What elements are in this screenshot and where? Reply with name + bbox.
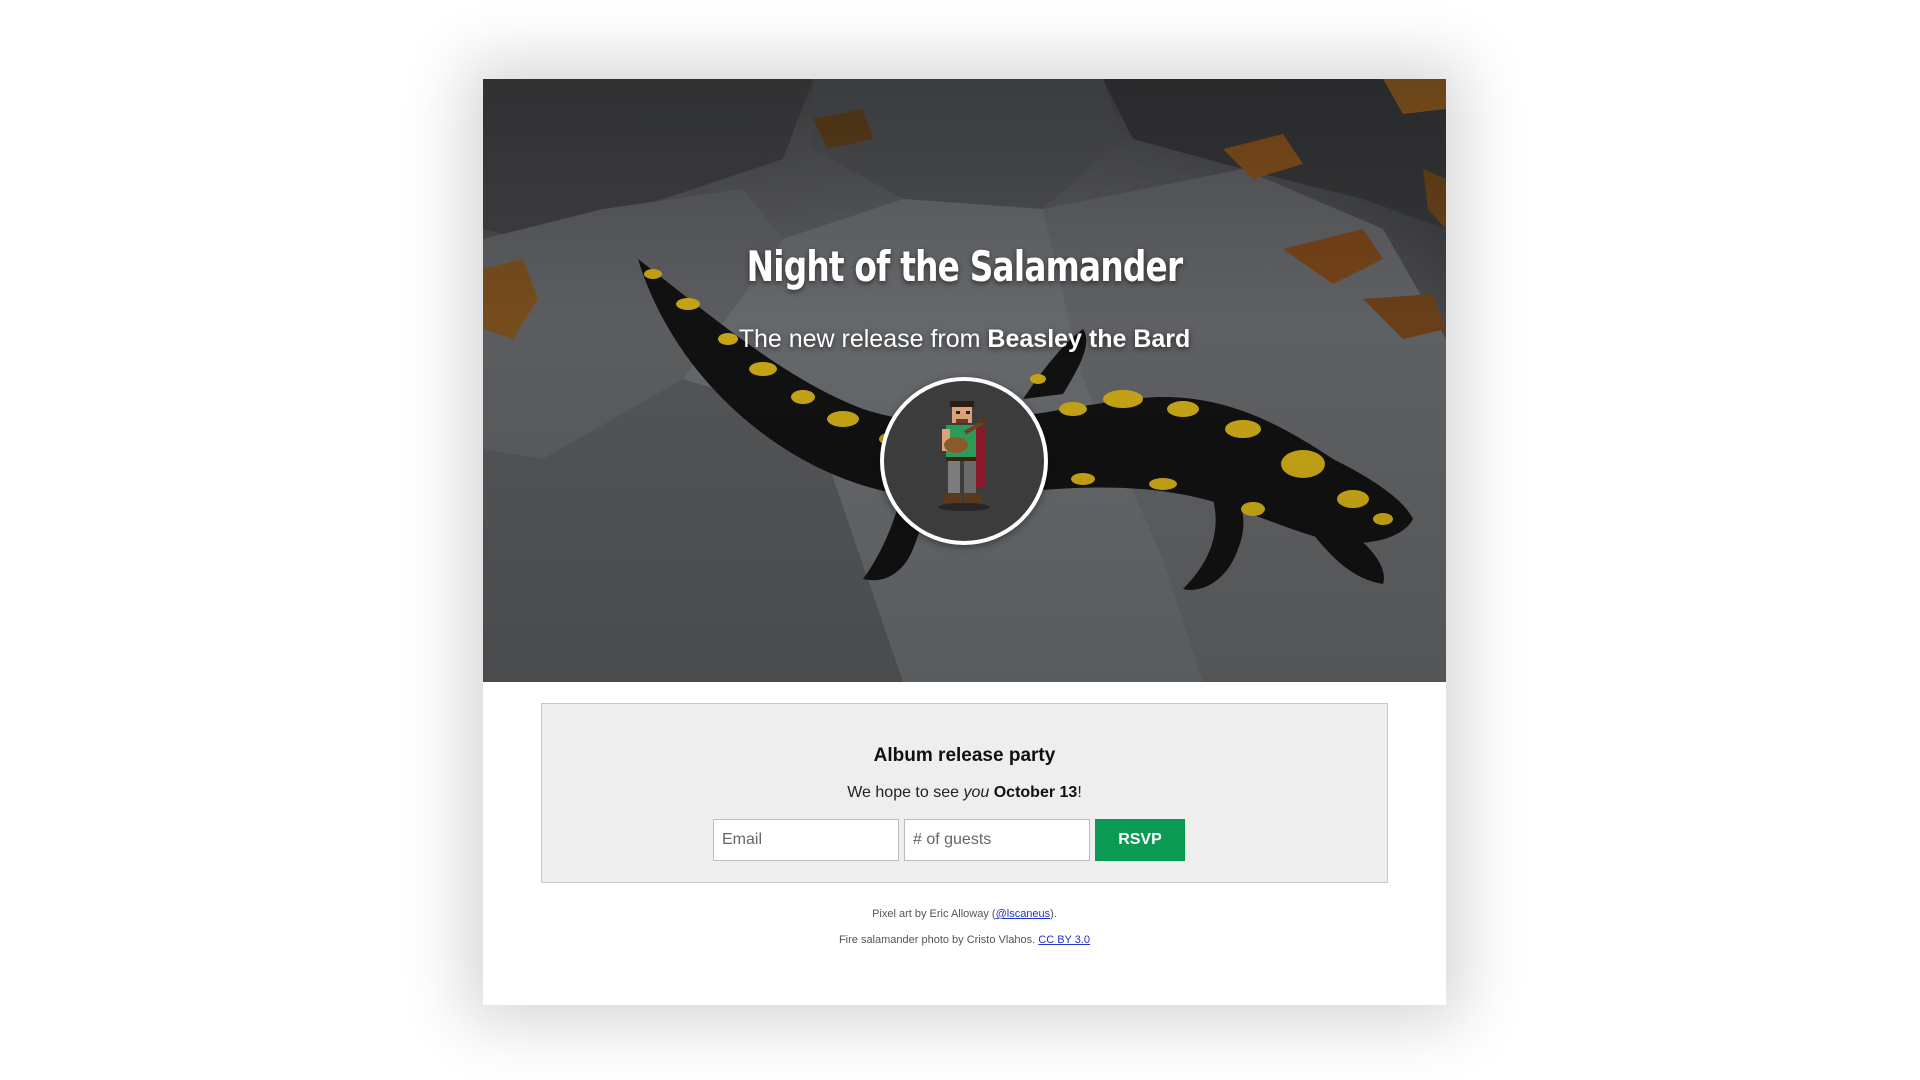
photo-credit-text: Fire salamander photo by Cristo Vlahos. xyxy=(838,934,1036,946)
panel-text-emphasis: you xyxy=(963,784,990,801)
hero-subtitle: The new release from Beasley the Bard xyxy=(483,325,1446,354)
subtitle-prefix: The new release from xyxy=(738,325,981,353)
panel-text-prefix: We hope to see xyxy=(847,784,960,801)
bard-avatar xyxy=(880,377,1048,545)
release-party-panel: Album release party We hope to see you O… xyxy=(541,703,1388,883)
panel-heading: Album release party xyxy=(873,745,1056,766)
panel-text-suffix: ! xyxy=(1077,784,1082,801)
bard-pixel-art-icon xyxy=(938,401,990,511)
photo-credit: Fire salamander photo by Cristo Vlahos. … xyxy=(483,927,1446,953)
pixel-art-credit-text: Pixel art by Eric Alloway ( xyxy=(872,908,996,920)
hero-banner: Night of the Salamander The new release … xyxy=(483,79,1446,682)
credits: Pixel art by Eric Alloway (@lscaneus). F… xyxy=(483,901,1446,953)
rsvp-button[interactable]: RSVP xyxy=(1095,819,1185,861)
invitation-card: Night of the Salamander The new release … xyxy=(483,79,1446,1005)
artist-handle-link[interactable]: @lscaneus xyxy=(996,908,1051,920)
party-date: October 13 xyxy=(993,784,1078,801)
pixel-art-credit: Pixel art by Eric Alloway (@lscaneus). xyxy=(483,901,1446,927)
license-link[interactable]: CC BY 3.0 xyxy=(1038,934,1090,946)
rsvp-form: RSVP xyxy=(713,819,1185,861)
pixel-art-credit-suffix: ). xyxy=(1050,908,1057,920)
panel-text: We hope to see you October 13! xyxy=(542,784,1387,802)
hero-title: Night of the Salamander xyxy=(746,242,1184,291)
artist-name: Beasley the Bard xyxy=(987,325,1191,353)
guests-input[interactable] xyxy=(904,819,1090,861)
page-background: Night of the Salamander The new release … xyxy=(0,0,1920,1080)
email-input[interactable] xyxy=(713,819,899,861)
